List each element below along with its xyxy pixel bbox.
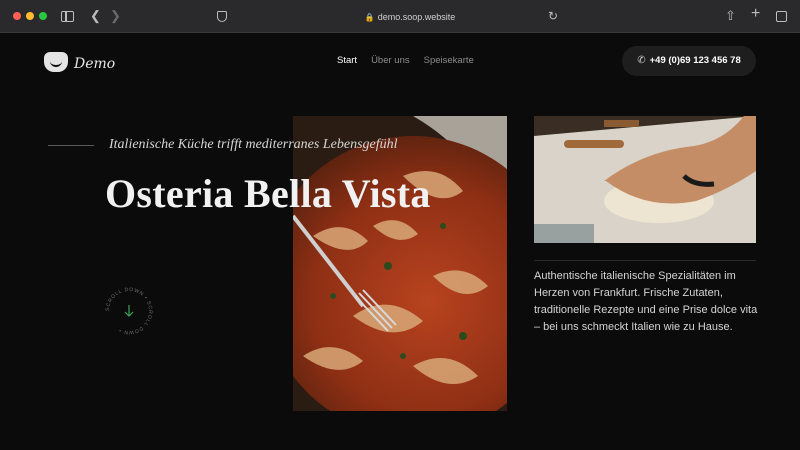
- browser-toolbar: ❮ ❯ 🔒 demo.soop.website ↻ ⇧ +: [0, 0, 800, 33]
- reload-icon[interactable]: ↻: [548, 9, 558, 23]
- pasta-image: [293, 116, 507, 411]
- nav-item-start[interactable]: Start: [337, 55, 357, 66]
- maximize-window-button[interactable]: [39, 12, 47, 20]
- hero-description: Authentische italienische Spezialitäten …: [534, 270, 758, 333]
- new-tab-icon[interactable]: +: [751, 6, 760, 22]
- address-bar-url: demo.soop.website: [377, 12, 456, 22]
- dough-image: [534, 116, 756, 243]
- privacy-shield-icon[interactable]: [217, 11, 227, 22]
- phone-icon: ✆: [637, 55, 646, 66]
- back-arrow-icon[interactable]: ❮: [90, 9, 101, 23]
- phone-number: +49 (0)69 123 456 78: [649, 55, 741, 66]
- forward-arrow-icon[interactable]: ❯: [110, 9, 121, 23]
- hero-tagline: Italienische Küche trifft mediterranes L…: [109, 137, 398, 152]
- decorative-line: [48, 145, 94, 146]
- arrow-down-icon: [124, 305, 134, 317]
- hero-title: Osteria Bella Vista: [105, 171, 431, 216]
- lock-icon: 🔒: [364, 13, 375, 22]
- close-window-button[interactable]: [13, 12, 21, 20]
- nav-item-ueber-uns[interactable]: Über uns: [371, 55, 410, 66]
- logo-text[interactable]: Demo: [74, 56, 115, 72]
- sidebar-toggle-icon[interactable]: [61, 11, 74, 22]
- nav-item-speisekarte[interactable]: Speisekarte: [424, 55, 474, 66]
- divider: [534, 260, 756, 261]
- scroll-down-button[interactable]: SCROLL DOWN • SCROLL DOWN •: [103, 285, 155, 337]
- address-bar[interactable]: 🔒 demo.soop.website: [340, 10, 480, 24]
- main-nav: Start Über uns Speisekarte: [337, 55, 474, 66]
- share-icon[interactable]: ⇧: [725, 9, 736, 23]
- tab-overview-icon[interactable]: [776, 11, 787, 22]
- logo-icon[interactable]: [44, 52, 68, 72]
- minimize-window-button[interactable]: [26, 12, 34, 20]
- phone-button[interactable]: ✆ +49 (0)69 123 456 78: [622, 46, 756, 76]
